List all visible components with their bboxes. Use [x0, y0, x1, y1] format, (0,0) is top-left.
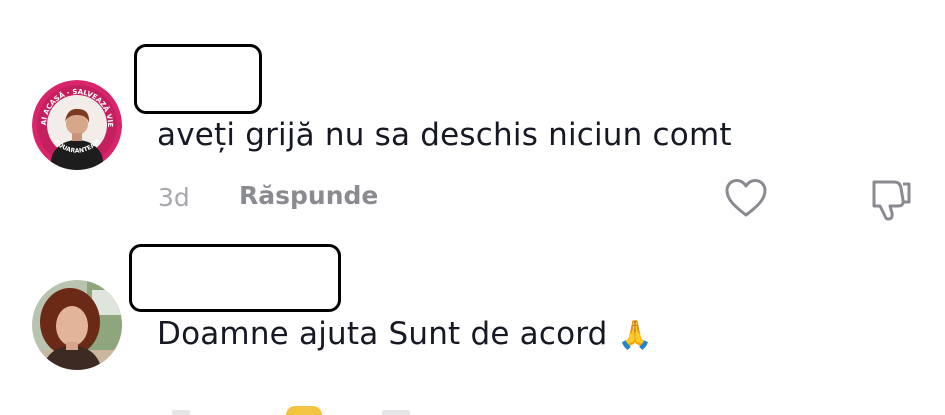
comment-text: aveți grijă nu sa deschis niciun comt: [157, 117, 732, 153]
comment-text-body: Doamne ajuta Sunt de acord: [157, 316, 608, 352]
avatar[interactable]: STAI ACASĂ · SALVEAZĂ VIEȚI #QUARANTEAM: [32, 80, 122, 170]
praying-hands-emoji: 🙏: [617, 318, 653, 351]
yellow-glyph: [286, 406, 322, 415]
author-name-redacted: [129, 244, 341, 312]
reply-button[interactable]: Răspunde: [239, 181, 378, 210]
comment-timestamp: 3d: [158, 183, 190, 212]
comment-text: Doamne ajuta Sunt de acord 🙏: [157, 316, 653, 352]
avatar[interactable]: [32, 280, 122, 370]
next-row-partial: [168, 404, 428, 415]
heart-icon[interactable]: [724, 178, 768, 218]
author-name-redacted: [134, 44, 262, 114]
thumbs-down-icon[interactable]: [866, 178, 912, 222]
gray-glyph: [382, 410, 410, 415]
gray-glyph: [172, 410, 190, 415]
